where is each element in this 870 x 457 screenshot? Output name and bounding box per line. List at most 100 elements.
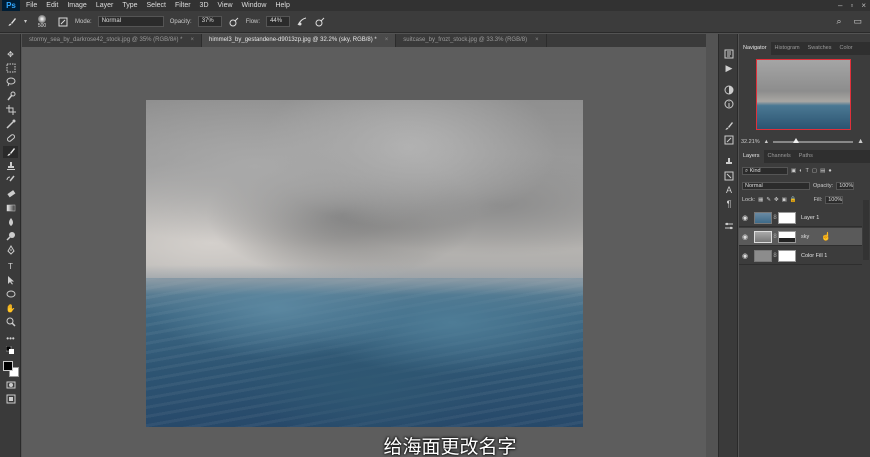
layer-row-layer-1[interactable]: ◉ 8 Layer 1 xyxy=(739,209,862,227)
hand-tool-icon[interactable]: ✋ xyxy=(3,302,18,314)
history-panel-icon[interactable] xyxy=(723,48,735,60)
close-tab-icon[interactable]: × xyxy=(385,37,389,43)
lock-image-icon[interactable]: ✎ xyxy=(766,197,771,203)
lock-position-icon[interactable]: ✥ xyxy=(774,197,779,203)
layer-row-color-fill-1[interactable]: ◉ 8 Color Fill 1 xyxy=(739,247,862,265)
minimize-icon[interactable]: – xyxy=(838,1,842,10)
layer-row-sky[interactable]: ◉ 8 sky ☝ xyxy=(739,228,862,246)
airbrush-icon[interactable] xyxy=(296,16,308,28)
tab-himmel3[interactable]: himmel3_by_gestandene-d9013zp.jpg @ 32.2… xyxy=(202,34,397,47)
brush-panel-icon[interactable] xyxy=(57,16,69,28)
info-panel-icon[interactable] xyxy=(723,98,735,110)
lock-transparent-icon[interactable]: ▦ xyxy=(758,197,763,203)
menu-help[interactable]: Help xyxy=(275,0,289,11)
pressure-size-icon[interactable] xyxy=(314,16,326,28)
blur-tool-icon[interactable] xyxy=(3,216,18,228)
type-tool-icon[interactable]: T xyxy=(3,260,18,272)
actions-play-icon[interactable]: ▶ xyxy=(723,62,735,74)
tab-navigator[interactable]: Navigator xyxy=(739,42,771,55)
filter-smart-icon[interactable]: ▤ xyxy=(820,168,825,174)
filter-toggle-icon[interactable]: ● xyxy=(828,168,831,174)
lasso-tool-icon[interactable] xyxy=(3,76,18,88)
brush-tool-icon[interactable] xyxy=(3,146,18,158)
menu-image[interactable]: Image xyxy=(67,0,86,11)
zoom-slider-knob[interactable] xyxy=(793,137,800,143)
clone-stamp-tool-icon[interactable] xyxy=(3,160,18,172)
menu-type[interactable]: Type xyxy=(122,0,137,11)
brush-presets-icon[interactable] xyxy=(723,120,735,132)
quick-mask-icon[interactable] xyxy=(3,379,18,391)
layer-mask-thumbnail[interactable] xyxy=(778,249,796,262)
eyedropper-tool-icon[interactable] xyxy=(3,118,18,130)
tab-layers[interactable]: Layers xyxy=(739,150,764,163)
quick-selection-tool-icon[interactable] xyxy=(3,90,18,102)
layer-mask-thumbnail[interactable] xyxy=(778,211,796,224)
clone-source-icon[interactable] xyxy=(723,156,735,168)
filter-adjustment-icon[interactable]: ◐ xyxy=(799,168,802,174)
document-canvas[interactable] xyxy=(146,100,583,427)
healing-brush-tool-icon[interactable] xyxy=(3,132,18,144)
filter-pixel-icon[interactable]: ▣ xyxy=(791,168,796,174)
menu-select[interactable]: Select xyxy=(147,0,166,11)
filter-shape-icon[interactable]: ▢ xyxy=(812,168,817,174)
tab-color[interactable]: Color xyxy=(835,42,856,55)
tab-swatches[interactable]: Swatches xyxy=(804,42,836,55)
visibility-eye-icon[interactable]: ◉ xyxy=(739,252,751,260)
properties-panel-icon[interactable] xyxy=(723,220,735,232)
eraser-tool-icon[interactable] xyxy=(3,188,18,200)
close-icon[interactable]: × xyxy=(861,1,866,10)
more-tools-icon[interactable]: ••• xyxy=(3,332,18,344)
flow-field[interactable]: 44% xyxy=(266,16,291,27)
crop-tool-icon[interactable] xyxy=(3,104,18,116)
visibility-eye-icon[interactable]: ◉ xyxy=(739,214,751,222)
marquee-tool-icon[interactable] xyxy=(3,62,18,74)
workspace-icon[interactable]: ▭ xyxy=(853,16,862,27)
zoom-out-icon[interactable]: ▲ xyxy=(764,139,769,145)
menu-window[interactable]: Window xyxy=(242,0,267,11)
menu-view[interactable]: View xyxy=(218,0,233,11)
dodge-tool-icon[interactable] xyxy=(3,230,18,242)
adjustments-panel-icon[interactable] xyxy=(723,84,735,96)
fill-field[interactable]: 100% xyxy=(825,196,844,204)
character-panel-icon[interactable]: A xyxy=(723,184,735,196)
tab-stormy-sea[interactable]: stormy_sea_by_darkrose42_stock.jpg @ 35%… xyxy=(22,34,203,47)
zoom-in-icon[interactable]: ▲ xyxy=(857,138,864,145)
close-tab-icon[interactable]: × xyxy=(535,37,539,43)
path-selection-tool-icon[interactable] xyxy=(3,274,18,286)
foreground-color-swatch[interactable] xyxy=(3,361,13,371)
shape-tool-icon[interactable] xyxy=(3,288,18,300)
layer-name[interactable]: sky xyxy=(801,234,809,240)
maximize-icon[interactable]: ▫ xyxy=(850,1,853,10)
tab-channels[interactable]: Channels xyxy=(764,150,795,163)
menu-layer[interactable]: Layer xyxy=(96,0,114,11)
layer-mask-thumbnail[interactable] xyxy=(778,230,796,243)
visibility-eye-icon[interactable]: ◉ xyxy=(739,233,751,241)
brush-tool-icon[interactable] xyxy=(6,16,18,28)
mode-select[interactable]: Normal xyxy=(97,16,164,27)
history-brush-tool-icon[interactable] xyxy=(3,174,18,186)
filter-kind-select[interactable]: ⌕ Kind xyxy=(742,167,788,175)
tab-histogram[interactable]: Histogram xyxy=(771,42,804,55)
close-tab-icon[interactable]: × xyxy=(191,37,195,43)
zoom-slider[interactable] xyxy=(773,137,854,143)
menu-file[interactable]: File xyxy=(26,0,37,11)
menu-3d[interactable]: 3D xyxy=(200,0,209,11)
filter-type-icon[interactable]: T xyxy=(806,168,809,174)
paragraph-panel-icon[interactable]: ¶ xyxy=(723,198,735,210)
layers-scrollbar[interactable] xyxy=(863,200,869,260)
lock-artboard-icon[interactable]: ▣ xyxy=(782,197,787,203)
navigator-preview[interactable] xyxy=(756,59,851,130)
search-icon[interactable]: ⌕ xyxy=(836,16,841,27)
brush-settings-icon[interactable] xyxy=(723,134,735,146)
brush-preset-picker[interactable]: 500 xyxy=(33,13,51,31)
gradient-tool-icon[interactable] xyxy=(3,202,18,214)
color-swatches[interactable] xyxy=(3,361,19,377)
tab-paths[interactable]: Paths xyxy=(795,150,817,163)
menu-edit[interactable]: Edit xyxy=(46,0,58,11)
zoom-value[interactable]: 32.21% xyxy=(741,139,760,145)
lock-all-icon[interactable]: 🔒 xyxy=(790,197,797,203)
tab-suitcase[interactable]: suitcase_by_frozt_stock.jpg @ 33.3% (RGB… xyxy=(396,34,547,47)
pen-tool-icon[interactable] xyxy=(3,244,18,256)
layer-name[interactable]: Layer 1 xyxy=(801,215,819,221)
move-tool-icon[interactable]: ✥ xyxy=(3,48,18,60)
